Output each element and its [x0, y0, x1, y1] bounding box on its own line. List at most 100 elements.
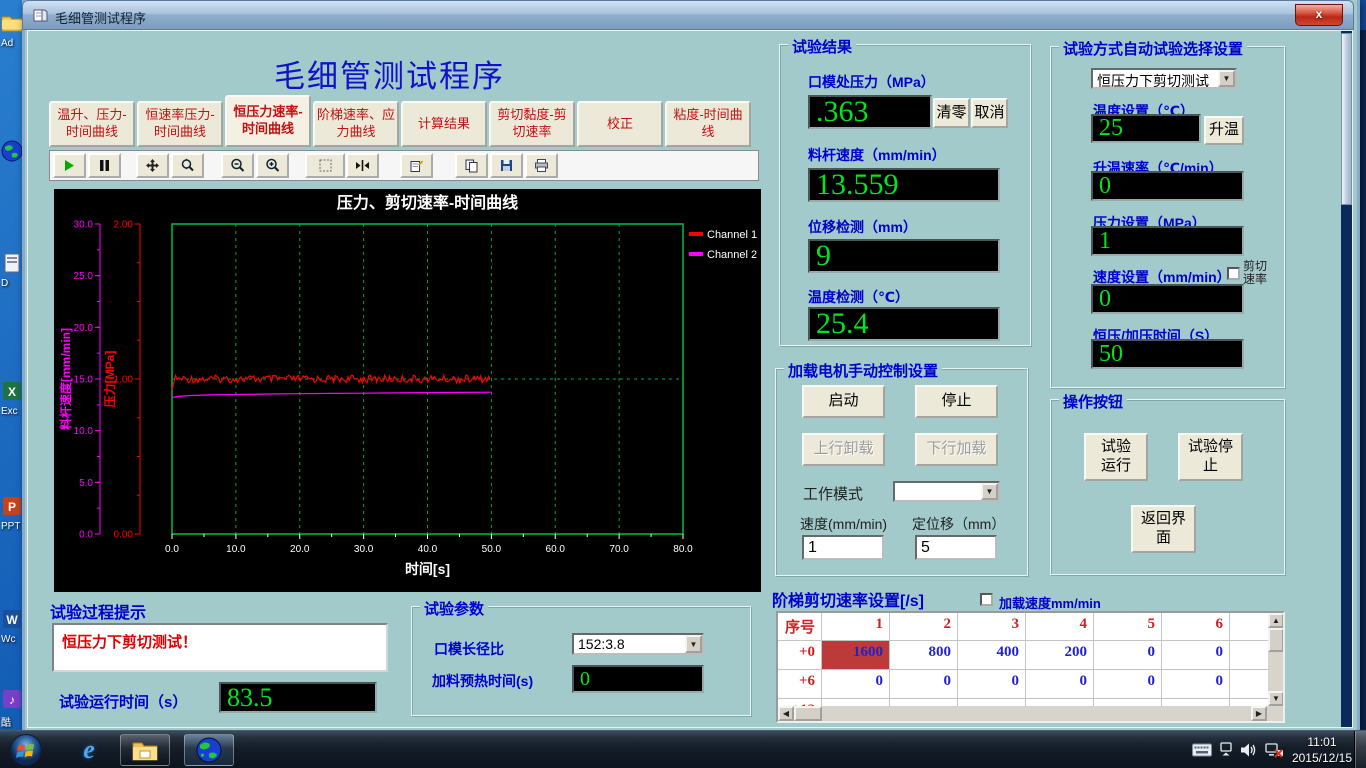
heat-up-button[interactable]: 升温	[1204, 116, 1244, 145]
motor-speed-input[interactable]	[802, 535, 884, 560]
table-cell-filler	[1230, 670, 1268, 699]
zoom-in-button[interactable]	[256, 153, 289, 178]
shear-rate-checkbox[interactable]	[1227, 267, 1240, 280]
window-titlebar[interactable]: 毛细管测试程序 x	[22, 0, 1354, 30]
select-box-button[interactable]	[305, 153, 345, 178]
svg-text:0.0: 0.0	[165, 544, 179, 555]
steps-title: 阶梯剪切速率设置[/s]	[772, 587, 924, 611]
table-cell[interactable]: 0	[958, 670, 1026, 699]
table-cell[interactable]	[1026, 699, 1094, 706]
zoom-window-button[interactable]	[171, 153, 204, 178]
work-mode-dropdown[interactable]: ▼	[893, 481, 1000, 502]
zoom-out-button[interactable]	[221, 153, 254, 178]
table-cell-selected[interactable]: 1600	[822, 641, 890, 670]
volume-icon[interactable]	[1240, 742, 1258, 758]
tab-shear-viscosity-rate[interactable]: 剪切黏度-剪切速率	[489, 101, 575, 147]
tab-viscosity-time[interactable]: 粘度-时间曲线	[665, 101, 751, 147]
table-cell[interactable]: 200	[1026, 641, 1094, 670]
properties-button[interactable]	[400, 153, 433, 178]
pause-button[interactable]	[88, 153, 121, 178]
motor-start-button[interactable]: 启动	[802, 385, 885, 418]
motor-stop-button[interactable]: 停止	[915, 385, 998, 418]
table-cell[interactable]	[1162, 699, 1230, 706]
table-cell[interactable]: 0	[822, 670, 890, 699]
explorer-taskbar-button[interactable]	[120, 734, 170, 766]
work-mode-label: 工作模式	[803, 483, 863, 504]
folder-icon	[1, 12, 23, 34]
chevron-down-icon[interactable]: ▼	[685, 635, 702, 653]
tab-const-pressure-rate-time[interactable]: 恒压力速率-时间曲线	[225, 95, 311, 147]
chevron-down-icon[interactable]: ▼	[981, 483, 998, 500]
scroll-up-button[interactable]: ▲	[1268, 613, 1284, 628]
return-ui-button[interactable]: 返回界面	[1131, 505, 1196, 553]
fit-axes-button[interactable]	[346, 153, 379, 178]
test-type-dropdown[interactable]: 恒压力下剪切测试 ▼	[1091, 68, 1237, 89]
start-button[interactable]	[8, 733, 44, 767]
chart-area[interactable]: 压力、剪切速率-时间曲线0.010.020.030.040.050.060.07…	[54, 189, 761, 592]
die-pressure-label: 口模处压力（MPa）	[808, 72, 935, 92]
cancel-button[interactable]: 取消	[971, 98, 1008, 128]
die-ratio-dropdown[interactable]: 152:3.8 ▼	[572, 633, 704, 655]
table-cell[interactable]: 0	[1094, 641, 1162, 670]
test-stop-button[interactable]: 试验停止	[1178, 433, 1243, 481]
loading-speed-checkbox[interactable]	[980, 593, 993, 606]
svg-text:15.0: 15.0	[74, 375, 94, 386]
table-cell[interactable]	[822, 699, 890, 706]
svg-text:30.0: 30.0	[74, 220, 94, 231]
play-icon	[62, 158, 77, 173]
clear-button[interactable]: 清零	[933, 98, 970, 128]
select-box-icon	[318, 158, 333, 173]
show-hidden-icons[interactable]	[1219, 742, 1233, 758]
tab-calibration[interactable]: 校正	[577, 101, 663, 147]
close-button[interactable]: x	[1295, 4, 1343, 26]
print-button[interactable]	[525, 153, 558, 178]
table-cell[interactable]: 800	[890, 641, 958, 670]
svg-text:50.0: 50.0	[482, 544, 502, 555]
keyboard-tray-icon[interactable]	[1192, 743, 1212, 757]
window-scroll-thumb[interactable]	[1341, 33, 1352, 205]
down-load-button[interactable]: 下行加载	[915, 433, 998, 466]
pan-button[interactable]	[136, 153, 169, 178]
table-cell[interactable]: 0	[1026, 670, 1094, 699]
play-button[interactable]	[53, 153, 86, 178]
vertical-scroll-thumb[interactable]	[1268, 628, 1284, 652]
chevron-down-icon[interactable]: ▼	[1218, 70, 1235, 87]
scroll-right-button[interactable]: ▶	[1251, 706, 1267, 721]
table-cell[interactable]	[958, 699, 1026, 706]
test-run-button[interactable]: 试验运行	[1084, 433, 1148, 481]
window-scrollbar[interactable]	[1341, 31, 1352, 727]
die-pressure-display: .363	[808, 95, 932, 129]
powerpoint-icon: P	[1, 495, 23, 517]
table-cell[interactable]	[890, 699, 958, 706]
taskbar-clock[interactable]: 11:01 2015/12/15	[1292, 734, 1352, 766]
table-cell[interactable]: 0	[1094, 670, 1162, 699]
test-mode-title: 试验方式自动试验选择设置	[1059, 38, 1247, 59]
ie-taskbar-button[interactable]: e	[72, 735, 106, 765]
table-cell[interactable]: 400	[958, 641, 1026, 670]
table-cell[interactable]: 0	[890, 670, 958, 699]
save-button[interactable]	[490, 153, 523, 178]
up-unload-button[interactable]: 上行卸载	[802, 433, 885, 466]
horizontal-scroll-thumb[interactable]	[794, 706, 822, 721]
copy-button[interactable]	[455, 153, 488, 178]
tab-step-rate-stress[interactable]: 阶梯速率、应力曲线	[313, 101, 399, 147]
app-taskbar-button-active[interactable]	[184, 734, 234, 766]
network-disconnected-icon[interactable]	[1265, 742, 1285, 758]
tab-const-rate-pressure-time[interactable]: 恒速率压力-时间曲线	[137, 101, 223, 147]
col-header-filler	[1230, 613, 1268, 641]
taskbar: e 11:01 2015/12/15	[0, 730, 1366, 768]
document-icon	[1, 252, 23, 274]
svg-text:80.0: 80.0	[673, 544, 693, 555]
motor-position-input[interactable]	[915, 535, 997, 560]
tab-temp-pressure-time[interactable]: 温升、压力-时间曲线	[49, 101, 135, 147]
scroll-down-button[interactable]: ▼	[1268, 691, 1284, 706]
scroll-left-button[interactable]: ◀	[778, 706, 794, 721]
table-cell[interactable]	[1094, 699, 1162, 706]
show-desktop-button[interactable]	[1354, 731, 1366, 768]
svg-text:25.0: 25.0	[74, 271, 94, 282]
svg-text:10.0: 10.0	[74, 426, 94, 437]
shear-rate-checkbox-label: 剪切速率	[1243, 260, 1273, 286]
tab-calc-results[interactable]: 计算结果	[401, 101, 487, 147]
table-cell[interactable]: 0	[1162, 641, 1230, 670]
table-cell[interactable]: 0	[1162, 670, 1230, 699]
